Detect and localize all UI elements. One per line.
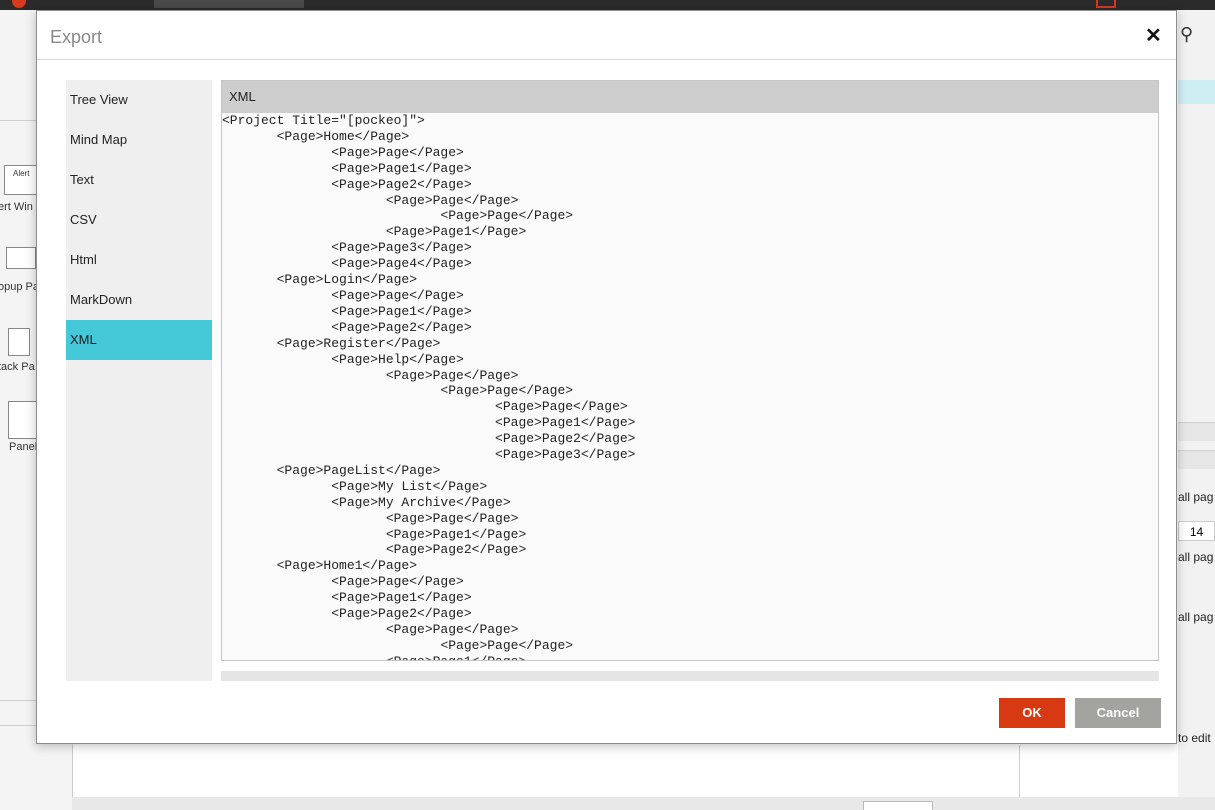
- top-toolbar: [0, 0, 1215, 10]
- dialog-title: Export: [50, 27, 103, 47]
- preview-header: XML: [222, 81, 1158, 114]
- format-text[interactable]: Text: [66, 160, 212, 200]
- format-markdown[interactable]: MarkDown: [66, 280, 212, 320]
- popup-panel-label: opup Pa: [0, 281, 39, 293]
- alert-window-label: ert Win: [0, 201, 33, 213]
- format-tree-view[interactable]: Tree View: [66, 80, 212, 120]
- preview-text-area[interactable]: <Project Title="[pockeo]"> <Page>Home</P…: [222, 113, 1158, 660]
- format-mind-map[interactable]: Mind Map: [66, 120, 212, 160]
- format-xml[interactable]: XML: [66, 320, 212, 360]
- panel-label: Panel: [9, 441, 38, 453]
- value-field[interactable]: 14: [1178, 521, 1215, 541]
- format-csv[interactable]: CSV: [66, 200, 212, 240]
- close-icon[interactable]: ✕: [1145, 23, 1162, 48]
- stack-panel-label: tack Pa: [0, 361, 35, 373]
- zoom-select[interactable]: [863, 801, 933, 810]
- apply-all-pages-label-2: all pag: [1178, 550, 1214, 564]
- cancel-button[interactable]: Cancel: [1075, 698, 1161, 728]
- ok-button[interactable]: OK: [999, 698, 1065, 728]
- export-preview: XML <Project Title="[pockeo]"> <Page>Hom…: [221, 80, 1159, 661]
- alert-window-thumbnail[interactable]: Alert: [4, 165, 38, 195]
- horizontal-scrollbar[interactable]: [221, 671, 1159, 681]
- export-format-list: Tree View Mind Map Text CSV Html MarkDow…: [66, 80, 212, 681]
- status-bar: [72, 797, 1215, 810]
- apply-all-pages-label-3: all pag: [1178, 610, 1214, 624]
- popup-panel-thumbnail[interactable]: [6, 247, 36, 269]
- format-html[interactable]: Html: [66, 240, 212, 280]
- export-dialog: Export ✕ Tree View Mind Map Text CSV Htm…: [36, 10, 1177, 744]
- properties-tab-highlight: [1178, 80, 1215, 104]
- stack-panel-thumbnail[interactable]: [8, 328, 30, 356]
- title-divider: [37, 59, 1176, 60]
- app-window: Alert ert Win opup Pa tack Pa Panel ⚲ al…: [0, 0, 1215, 810]
- component-search-input[interactable]: [154, 0, 304, 8]
- panel-thumbnail[interactable]: [8, 401, 38, 439]
- layout-icon[interactable]: [1096, 0, 1116, 8]
- app-logo-icon: [12, 0, 26, 8]
- search-icon[interactable]: ⚲: [1180, 24, 1193, 45]
- click-to-edit-label: to edit: [1178, 731, 1211, 745]
- properties-panel: [1178, 10, 1215, 810]
- design-canvas[interactable]: [72, 745, 1020, 797]
- apply-all-pages-label: all pag: [1178, 490, 1214, 504]
- alert-thumbnail-label: Alert: [13, 169, 30, 178]
- preview-content: <Project Title="[pockeo]"> <Page>Home</P…: [222, 113, 636, 660]
